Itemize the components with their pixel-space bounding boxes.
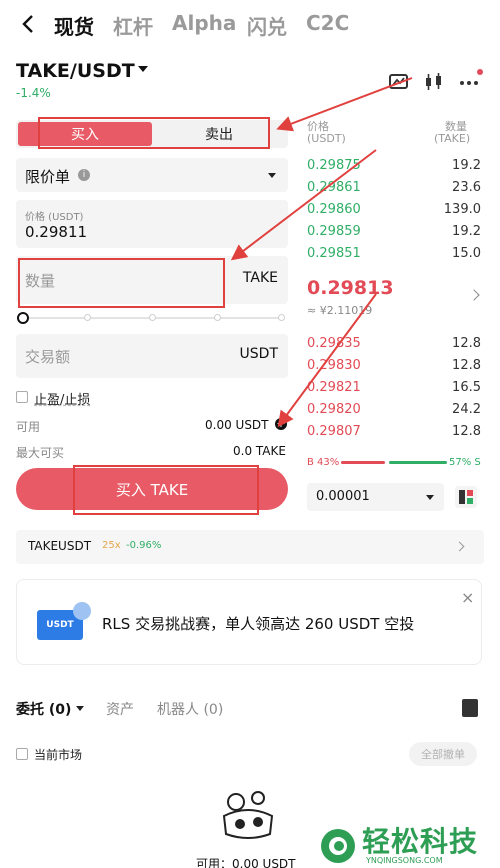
precision-value: 0.00001 (316, 489, 370, 504)
tab-c2c[interactable]: C2C (306, 11, 349, 35)
available-label: 可用 (16, 420, 41, 434)
annotation-box-quantity (18, 258, 225, 308)
buy-ratio-bar (341, 461, 385, 464)
ticker-leverage: 25x (102, 540, 121, 551)
ask-qty: 15.0 (452, 246, 481, 261)
price-value[interactable]: 0.29811 (25, 223, 87, 241)
ask-qty: 139.0 (443, 202, 481, 217)
bid-qty: 12.8 (452, 358, 481, 373)
bid-qty: 12.8 (452, 424, 481, 439)
ob-price-unit: (USDT) (307, 132, 346, 145)
pair-change: -1.4% (16, 86, 51, 100)
tab-assets[interactable]: 资产 (106, 699, 134, 719)
book-layout-icon[interactable] (455, 486, 477, 508)
ob-qty-unit: (TAKE) (434, 132, 471, 145)
ask-qty: 23.6 (452, 180, 481, 195)
slider-mark-25[interactable] (84, 314, 91, 321)
document-icon[interactable] (462, 699, 478, 717)
watermark-text: 轻松科技 (362, 825, 479, 858)
candlestick-icon[interactable] (423, 72, 445, 92)
bid-price[interactable]: 0.29830 (307, 358, 361, 373)
tab-margin[interactable]: 杠杆 (113, 11, 153, 40)
tpsl-label[interactable]: 止盈/止损 (34, 389, 90, 408)
ticker-change: -0.96% (126, 540, 162, 551)
bid-price[interactable]: 0.29807 (307, 424, 361, 439)
close-icon[interactable]: × (461, 588, 474, 607)
amount-field[interactable]: 交易额 USDT (16, 334, 288, 378)
chevron-right-icon (454, 541, 465, 552)
transfer-plus-icon[interactable]: + (275, 418, 287, 430)
ticker-symbol: TAKEUSDT (28, 539, 92, 553)
more-icon[interactable] (458, 72, 480, 92)
slider-mark-100[interactable] (278, 314, 285, 321)
available-value: 0.00 USDT (205, 418, 269, 432)
chevron-down-icon[interactable] (76, 706, 84, 711)
tab-orders[interactable]: 委托 (0) (16, 699, 71, 719)
price-field[interactable]: 价格 (USDT) 0.29811 (16, 200, 288, 248)
ask-price[interactable]: 0.29851 (307, 246, 361, 261)
last-price-cny: ≈ ¥2.11019 (307, 304, 373, 317)
cancel-all-button[interactable]: 全部撤单 (409, 742, 477, 766)
ask-price[interactable]: 0.29875 (307, 158, 361, 173)
tab-alpha[interactable]: Alpha (172, 11, 236, 35)
price-label: 价格 (USDT) (25, 212, 84, 223)
annotation-box-side (38, 117, 270, 149)
max-buy-value: 0.0 TAKE (233, 444, 286, 458)
promo-banner[interactable]: USDT RLS 交易挑战赛，单人领高达 260 USDT 空投 × (16, 579, 482, 665)
tpsl-checkbox[interactable] (16, 391, 28, 403)
sell-ratio-bar (389, 461, 447, 464)
current-market-label[interactable]: 当前市场 (34, 746, 82, 763)
bottom-available: 可用：0.00 USDT (196, 857, 296, 868)
precision-select[interactable]: 0.00001 (307, 483, 444, 511)
ask-price[interactable]: 0.29861 (307, 180, 361, 195)
order-type-select[interactable]: 限价单 i (16, 158, 288, 192)
bid-price[interactable]: 0.29821 (307, 380, 361, 395)
back-arrow-icon[interactable] (18, 10, 42, 38)
chevron-down-icon (268, 173, 276, 178)
slider-knob[interactable] (17, 312, 29, 324)
watermark-logo-icon (321, 829, 355, 863)
slider-mark-50[interactable] (149, 314, 156, 321)
info-icon[interactable]: i (78, 169, 90, 181)
tab-bots[interactable]: 机器人 (0) (157, 699, 223, 719)
ticker-strip[interactable]: TAKEUSDT 25x -0.96% (16, 530, 484, 564)
ask-price[interactable]: 0.29860 (307, 202, 361, 217)
amount-placeholder: 交易额 (25, 348, 71, 366)
annotation-box-submit (73, 465, 259, 515)
banner-text: RLS 交易挑战赛，单人领高达 260 USDT 空投 (102, 615, 415, 633)
chart-switch-icon[interactable] (388, 72, 410, 92)
amount-unit: USDT (239, 346, 278, 362)
current-market-checkbox[interactable] (16, 748, 28, 760)
coin-icon (73, 602, 91, 620)
quantity-unit: TAKE (242, 270, 278, 286)
chevron-down-icon (426, 495, 434, 500)
pair-dropdown-icon[interactable] (138, 66, 148, 72)
notification-dot (477, 69, 483, 75)
empty-state-illustration (222, 791, 274, 839)
chevron-right-icon[interactable] (468, 289, 480, 301)
tab-spot[interactable]: 现货 (54, 11, 94, 40)
sell-ratio: 57% S (449, 457, 481, 468)
ask-price[interactable]: 0.29859 (307, 224, 361, 239)
order-type-label: 限价单 (25, 168, 71, 186)
buy-ratio: B 43% (307, 457, 340, 468)
bid-qty: 16.5 (452, 380, 481, 395)
max-buy-label: 最大可买 (16, 446, 65, 460)
watermark: 轻松科技 YNQINGSONG.COM (314, 822, 500, 868)
bid-price[interactable]: 0.29820 (307, 402, 361, 417)
tab-convert[interactable]: 闪兑 (247, 11, 287, 40)
bid-qty: 12.8 (452, 336, 481, 351)
last-price[interactable]: 0.29813 (307, 277, 394, 299)
bid-qty: 24.2 (452, 402, 481, 417)
ask-qty: 19.2 (452, 158, 481, 173)
watermark-sub: YNQINGSONG.COM (366, 856, 443, 865)
slider-mark-75[interactable] (214, 314, 221, 321)
pair-symbol[interactable]: TAKE/USDT (16, 60, 135, 82)
ask-qty: 19.2 (452, 224, 481, 239)
bid-price[interactable]: 0.29835 (307, 336, 361, 351)
